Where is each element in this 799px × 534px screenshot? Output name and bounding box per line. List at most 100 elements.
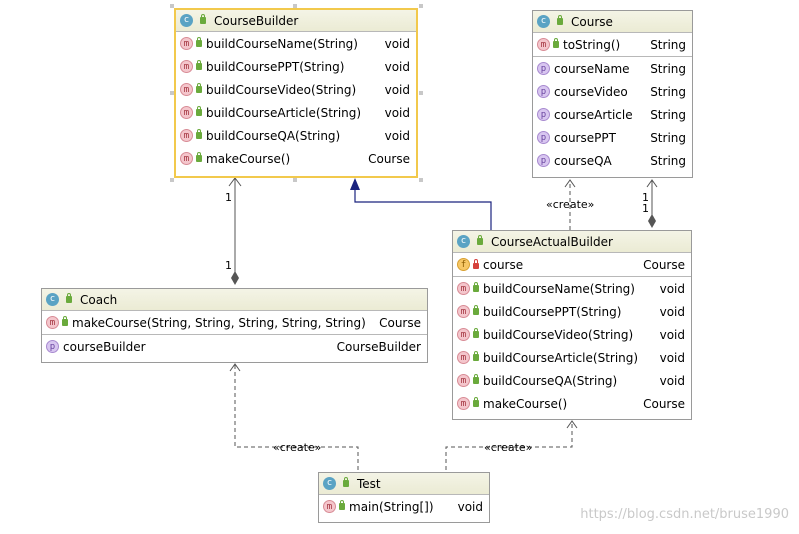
methods-section: m makeCourse(String, String, String, Stri…	[42, 311, 427, 335]
property-type: String	[650, 84, 686, 99]
selection-handle[interactable]	[419, 91, 423, 95]
method-icon: m	[180, 83, 193, 96]
create-coach-line	[234, 364, 359, 470]
field-name: course	[483, 257, 524, 272]
property-row[interactable]: p courseName String	[533, 57, 692, 80]
method-row[interactable]: m makeCourse() Course	[176, 147, 416, 170]
public-icon	[339, 500, 345, 510]
method-name: buildCourseName(String)	[483, 281, 635, 296]
public-icon	[66, 293, 72, 303]
public-icon	[553, 38, 559, 48]
static-method-icon: m	[323, 500, 336, 513]
class-course-actual-builder[interactable]: c CourseActualBuilder f course Course m bui…	[452, 230, 692, 420]
method-name: buildCourseArticle(String)	[206, 105, 362, 120]
method-row[interactable]: m buildCoursePPT(String) void	[453, 300, 691, 323]
create-label: «create»	[546, 198, 595, 211]
method-icon: m	[457, 282, 470, 295]
method-icon: m	[457, 374, 470, 387]
selection-handle[interactable]	[170, 178, 174, 182]
class-icon: c	[457, 235, 470, 248]
property-name: courseName	[554, 61, 630, 76]
method-row[interactable]: m buildCourseVideo(String) void	[453, 323, 691, 346]
class-name: Coach	[80, 292, 118, 307]
inheritance-line	[354, 190, 492, 230]
class-header: c Coach	[42, 289, 427, 311]
field-row[interactable]: f course Course	[453, 253, 691, 276]
class-coach[interactable]: c Coach m makeCourse(String, String, Stri…	[41, 288, 428, 363]
public-icon	[196, 129, 202, 139]
method-icon: m	[457, 351, 470, 364]
property-row[interactable]: p courseArticle String	[533, 103, 692, 126]
property-row[interactable]: p coursePPT String	[533, 126, 692, 149]
class-name: Course	[571, 14, 613, 29]
method-name: buildCourseQA(String)	[206, 128, 341, 143]
method-row[interactable]: m buildCourseQA(String) void	[453, 369, 691, 392]
return-type: void	[659, 327, 685, 342]
class-name: CourseBuilder	[214, 13, 299, 28]
method-name: buildCourseArticle(String)	[483, 350, 639, 365]
property-row[interactable]: p courseBuilder CourseBuilder	[42, 335, 427, 358]
method-icon: m	[457, 397, 470, 410]
public-icon	[477, 235, 483, 245]
method-row[interactable]: m buildCourseArticle(String) void	[453, 346, 691, 369]
selection-handle[interactable]	[293, 178, 297, 182]
method-row[interactable]: m toString() String	[533, 33, 692, 56]
class-name: Test	[357, 476, 381, 491]
return-type: void	[659, 350, 685, 365]
aggregation-diamond	[231, 271, 239, 285]
methods-section: m buildCourseName(String) void m buildCours…	[176, 32, 416, 170]
property-icon: p	[537, 131, 550, 144]
method-icon: m	[180, 106, 193, 119]
properties-section: p courseName String p courseVideo String p co…	[533, 57, 692, 172]
property-icon: p	[537, 85, 550, 98]
method-row[interactable]: m main(String[]) void	[319, 495, 489, 518]
method-name: main(String[])	[349, 499, 434, 514]
property-name: courseBuilder	[63, 339, 146, 354]
field-type: Course	[643, 257, 685, 272]
class-header: c Course	[533, 11, 692, 33]
return-type: Course	[643, 396, 685, 411]
method-name: makeCourse(String, String, String, Strin…	[72, 315, 366, 330]
public-icon	[473, 282, 479, 292]
create-label: «create»	[273, 441, 322, 454]
method-icon: m	[537, 38, 550, 51]
methods-section: m main(String[]) void	[319, 495, 489, 518]
method-row[interactable]: m buildCourseArticle(String) void	[176, 101, 416, 124]
method-row[interactable]: m makeCourse(String, String, String, Stri…	[42, 311, 427, 334]
selection-handle[interactable]	[419, 178, 423, 182]
property-icon: p	[537, 108, 550, 121]
method-row[interactable]: m buildCoursePPT(String) void	[176, 55, 416, 78]
properties-section: p courseBuilder CourseBuilder	[42, 335, 427, 358]
public-icon	[196, 106, 202, 116]
class-name: CourseActualBuilder	[491, 234, 613, 249]
class-header: c CourseActualBuilder	[453, 231, 691, 253]
method-icon: m	[180, 129, 193, 142]
method-icon: m	[180, 37, 193, 50]
class-course-builder[interactable]: c CourseBuilder m buildCourseName(String)…	[174, 8, 418, 178]
class-course[interactable]: c Course m toString() String p courseName St…	[532, 10, 693, 178]
class-test[interactable]: c Test m main(String[]) void	[318, 472, 490, 523]
public-icon	[473, 328, 479, 338]
public-icon	[473, 305, 479, 315]
return-type: void	[384, 105, 410, 120]
public-icon	[196, 152, 202, 162]
fields-section: f course Course	[453, 253, 691, 277]
return-type: String	[650, 37, 686, 52]
watermark: https://blog.csdn.net/bruse1990	[580, 507, 789, 522]
return-type: void	[384, 128, 410, 143]
method-row[interactable]: m buildCourseName(String) void	[453, 277, 691, 300]
property-row[interactable]: p courseVideo String	[533, 80, 692, 103]
return-type: void	[384, 82, 410, 97]
property-row[interactable]: p courseQA String	[533, 149, 692, 172]
return-type: void	[384, 36, 410, 51]
property-icon: p	[537, 154, 550, 167]
selection-handle[interactable]	[419, 4, 423, 8]
method-row[interactable]: m makeCourse() Course	[453, 392, 691, 415]
method-row[interactable]: m buildCourseVideo(String) void	[176, 78, 416, 101]
public-icon	[196, 60, 202, 70]
multiplicity-label: 1	[225, 191, 232, 204]
method-row[interactable]: m buildCourseName(String) void	[176, 32, 416, 55]
property-type: String	[650, 153, 686, 168]
method-row[interactable]: m buildCourseQA(String) void	[176, 124, 416, 147]
return-type: void	[457, 499, 483, 514]
